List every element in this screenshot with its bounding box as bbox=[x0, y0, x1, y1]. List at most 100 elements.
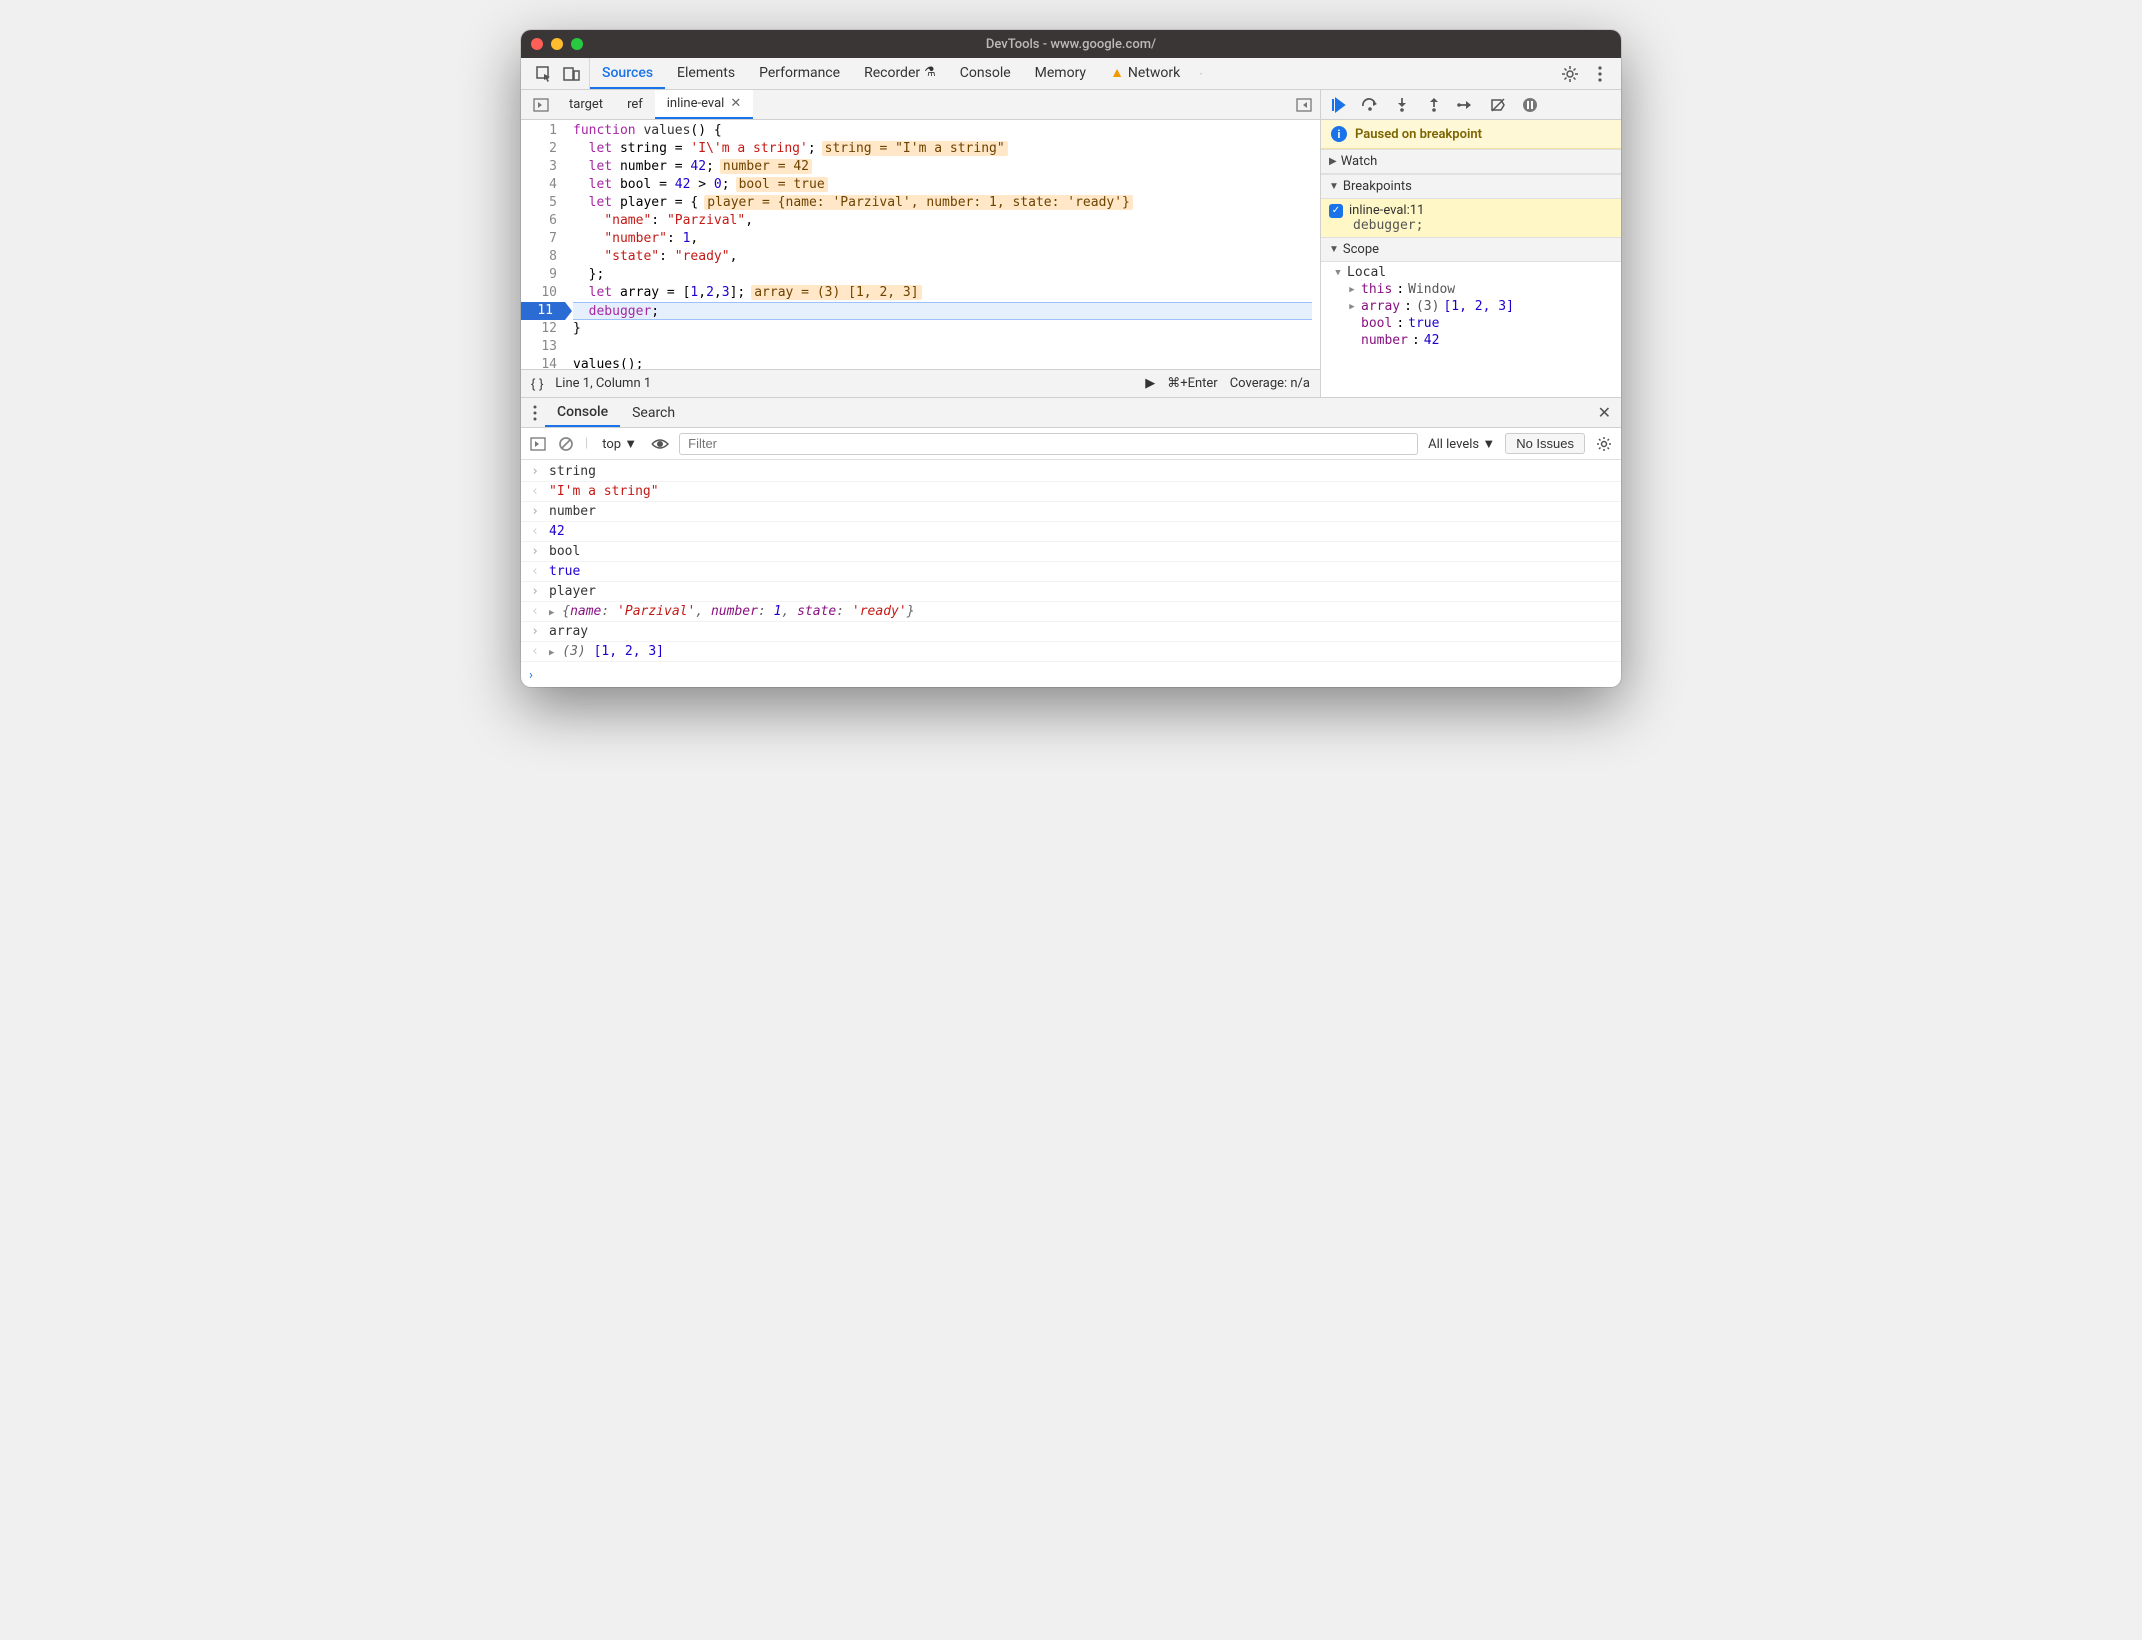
device-toolbar-icon[interactable] bbox=[563, 65, 581, 83]
scope-body: ▼Local ▶this: Window▶array: (3) [1, 2, 3… bbox=[1321, 262, 1621, 353]
debugger-sidebar: i Paused on breakpoint ▶Watch ▼Breakpoin… bbox=[1321, 90, 1621, 397]
console-sidebar-toggle-icon[interactable] bbox=[529, 435, 547, 453]
console-filter-input[interactable] bbox=[679, 433, 1418, 455]
code-line[interactable]: let player = {player = {name: 'Parzival'… bbox=[573, 194, 1312, 212]
code-line[interactable]: function values() { bbox=[573, 122, 1312, 140]
code-line[interactable]: let number = 42;number = 42 bbox=[573, 158, 1312, 176]
prompt-caret-icon: › bbox=[529, 668, 533, 683]
breakpoints-section-header[interactable]: ▼Breakpoints bbox=[1321, 174, 1621, 199]
log-levels-selector[interactable]: All levels ▼ bbox=[1428, 436, 1495, 452]
debugger-toolbar bbox=[1321, 90, 1621, 120]
breakpoint-location: inline-eval:11 bbox=[1349, 203, 1424, 218]
more-options-icon[interactable] bbox=[1591, 65, 1609, 83]
step-icon[interactable] bbox=[1457, 96, 1475, 114]
scope-variable[interactable]: ▶array: (3) [1, 2, 3] bbox=[1341, 298, 1621, 315]
code-line[interactable]: } bbox=[573, 320, 1312, 338]
sources-statusbar: { } Line 1, Column 1 ▶ ⌘+Enter Coverage:… bbox=[521, 369, 1320, 397]
execution-context-selector[interactable]: top ▼ bbox=[598, 434, 641, 454]
inline-eval-badge: number = 42 bbox=[720, 159, 812, 174]
console-output-row: ‹▶ {name: 'Parzival', number: 1, state: … bbox=[521, 602, 1621, 622]
console-output-row: ‹42 bbox=[521, 522, 1621, 542]
inline-eval-badge: player = {name: 'Parzival', number: 1, s… bbox=[704, 195, 1133, 210]
panel-tab-sources[interactable]: Sources bbox=[590, 58, 665, 89]
window-title: DevTools - www.google.com/ bbox=[521, 37, 1621, 52]
step-out-icon[interactable] bbox=[1425, 96, 1443, 114]
scope-variable[interactable]: ▶this: Window bbox=[1341, 281, 1621, 298]
scope-variable[interactable]: bool: true bbox=[1341, 315, 1621, 332]
inspect-element-icon[interactable] bbox=[535, 65, 553, 83]
source-tab-ref[interactable]: ref bbox=[615, 90, 655, 119]
console-output-row: ‹▶ (3) [1, 2, 3] bbox=[521, 642, 1621, 662]
pause-on-exceptions-icon[interactable] bbox=[1521, 96, 1539, 114]
panel-tab-memory[interactable]: Memory bbox=[1023, 58, 1098, 89]
live-expression-icon[interactable] bbox=[651, 435, 669, 453]
inline-eval-badge: string = "I'm a string" bbox=[822, 141, 1008, 156]
scope-section-header[interactable]: ▼Scope bbox=[1321, 237, 1621, 262]
devtools-window: DevTools - www.google.com/ SourcesElemen… bbox=[521, 30, 1621, 687]
panel-tab-recorder[interactable]: Recorder ⚗ bbox=[852, 58, 948, 89]
panel-tab-elements[interactable]: Elements bbox=[665, 58, 747, 89]
clear-console-icon[interactable] bbox=[557, 435, 575, 453]
paused-message: Paused on breakpoint bbox=[1355, 127, 1482, 142]
scope-kind[interactable]: ▼Local bbox=[1327, 264, 1621, 281]
resume-icon[interactable] bbox=[1329, 96, 1347, 114]
code-line[interactable]: "name": "Parzival", bbox=[573, 212, 1312, 230]
debugger-toggle-icon[interactable] bbox=[1288, 90, 1320, 119]
code-line[interactable] bbox=[573, 338, 1312, 356]
paused-banner: i Paused on breakpoint bbox=[1321, 120, 1621, 149]
main-toolbar: SourcesElementsPerformanceRecorder ⚗Cons… bbox=[521, 58, 1621, 90]
console-input-row: ›array bbox=[521, 622, 1621, 642]
code-line[interactable]: }; bbox=[573, 266, 1312, 284]
console-prompt[interactable]: › bbox=[521, 664, 1621, 687]
panel-tab-performance[interactable]: Performance bbox=[747, 58, 852, 89]
step-into-icon[interactable] bbox=[1393, 96, 1411, 114]
scope-variable[interactable]: number: 42 bbox=[1341, 332, 1621, 349]
console-input-row: ›bool bbox=[521, 542, 1621, 562]
inline-eval-badge: bool = true bbox=[736, 177, 828, 192]
expand-icon[interactable]: ▶ bbox=[549, 648, 554, 658]
code-line[interactable]: "number": 1, bbox=[573, 230, 1312, 248]
deactivate-breakpoints-icon[interactable] bbox=[1489, 96, 1507, 114]
navigator-toggle-icon[interactable] bbox=[525, 90, 557, 119]
drawer-more-icon[interactable] bbox=[525, 398, 545, 427]
code-line[interactable]: let string = 'I\'m a string';string = "I… bbox=[573, 140, 1312, 158]
close-tab-icon[interactable]: ✕ bbox=[730, 96, 741, 111]
console-settings-icon[interactable] bbox=[1595, 435, 1613, 453]
inline-eval-badge: array = (3) [1, 2, 3] bbox=[751, 285, 921, 300]
drawer-close-icon[interactable]: ✕ bbox=[1588, 398, 1621, 427]
code-line[interactable]: debugger; bbox=[573, 302, 1312, 320]
console-input-row: ›player bbox=[521, 582, 1621, 602]
console-output: ›string‹"I'm a string"›number‹42›bool‹tr… bbox=[521, 460, 1621, 664]
drawer-tab-console[interactable]: Console bbox=[545, 398, 620, 427]
source-tab-inline-eval[interactable]: inline-eval✕ bbox=[655, 90, 753, 119]
pretty-print-icon[interactable]: { } bbox=[531, 376, 543, 391]
source-tab-target[interactable]: target bbox=[557, 90, 615, 119]
expand-icon[interactable]: ▶ bbox=[549, 608, 554, 618]
panel-tab-network[interactable]: ▲ Network bbox=[1098, 58, 1192, 89]
code-line[interactable]: values(); bbox=[573, 356, 1312, 369]
breakpoint-checkbox[interactable]: ✓ bbox=[1329, 204, 1343, 218]
breakpoint-item[interactable]: ✓ inline-eval:11 debugger; bbox=[1321, 199, 1621, 237]
issues-button[interactable]: No Issues bbox=[1505, 433, 1585, 454]
drawer-tabstrip: ConsoleSearch ✕ bbox=[521, 398, 1621, 428]
step-over-icon[interactable] bbox=[1361, 96, 1379, 114]
sources-panel: targetrefinline-eval✕ 123456789101112131… bbox=[521, 90, 1621, 398]
console-drawer: ConsoleSearch ✕ | top ▼ All levels ▼ No … bbox=[521, 398, 1621, 687]
info-icon: i bbox=[1331, 126, 1347, 142]
settings-icon[interactable] bbox=[1561, 65, 1579, 83]
code-line[interactable]: "state": "ready", bbox=[573, 248, 1312, 266]
code-editor[interactable]: 1234567891011121314 function values() { … bbox=[521, 120, 1320, 369]
breakpoint-code: debugger; bbox=[1329, 218, 1613, 233]
code-line[interactable]: let array = [1,2,3];array = (3) [1, 2, 3… bbox=[573, 284, 1312, 302]
watch-section-header[interactable]: ▶Watch bbox=[1321, 149, 1621, 174]
run-snippet-icon[interactable]: ▶ bbox=[1145, 376, 1155, 391]
console-output-row: ‹true bbox=[521, 562, 1621, 582]
console-input-row: ›string bbox=[521, 462, 1621, 482]
cursor-position: Line 1, Column 1 bbox=[555, 376, 651, 391]
code-line[interactable]: let bool = 42 > 0;bool = true bbox=[573, 176, 1312, 194]
drawer-tab-search[interactable]: Search bbox=[620, 398, 687, 427]
more-tabs-icon[interactable] bbox=[1192, 65, 1210, 83]
console-toolbar: | top ▼ All levels ▼ No Issues bbox=[521, 428, 1621, 460]
console-input-row: ›number bbox=[521, 502, 1621, 522]
panel-tab-console[interactable]: Console bbox=[948, 58, 1023, 89]
